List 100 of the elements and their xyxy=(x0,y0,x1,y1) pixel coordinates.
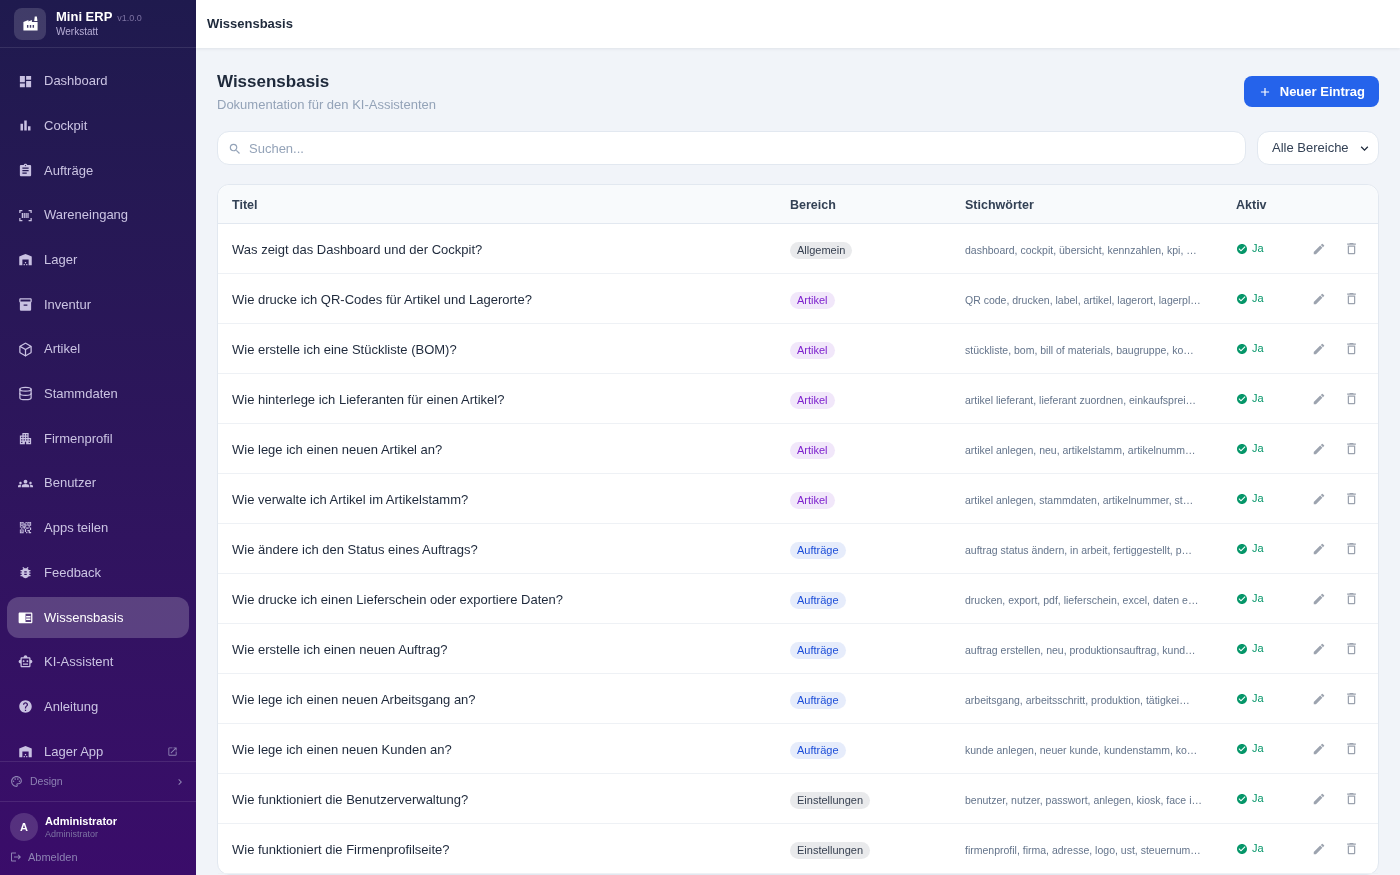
column-header: Titel xyxy=(232,198,258,212)
entry-title: Wie drucke ich einen Lieferschein oder exportiere Daten? xyxy=(232,591,563,607)
active-status: Ja xyxy=(1252,742,1264,755)
active-status: Ja xyxy=(1252,542,1264,555)
nav-item[interactable]: Stammdaten xyxy=(7,373,189,415)
nav-item[interactable]: Dashboard xyxy=(7,60,189,102)
bug-icon xyxy=(18,565,33,581)
nav-item[interactable]: Wissensbasis xyxy=(7,596,189,638)
clipboard-icon xyxy=(18,162,33,178)
pencil-icon xyxy=(1312,441,1326,456)
nav-item[interactable]: Inventur xyxy=(7,283,189,325)
active-status: Ja xyxy=(1252,642,1264,655)
user-role: Administrator xyxy=(45,828,99,840)
entry-title: Wie lege ich einen neuen Kunden an? xyxy=(232,741,452,757)
category-tag: Aufträge xyxy=(790,741,846,759)
palette-icon xyxy=(10,775,23,788)
active-status: Ja xyxy=(1252,392,1264,405)
search-field[interactable]: Suchen... xyxy=(217,131,1246,165)
pencil-icon xyxy=(1312,291,1326,306)
keywords-text: arbeitsgang, arbeitsschritt, produktion, tätigkei… xyxy=(965,693,1190,706)
app-version: v1.0.0 xyxy=(117,11,142,25)
category-tag: Artikel xyxy=(790,341,835,359)
search-icon xyxy=(228,142,242,156)
app-subtitle: Werkstatt xyxy=(56,25,100,39)
nav-item[interactable]: Wareneingang xyxy=(7,194,189,236)
nav-item[interactable]: Benutzer xyxy=(7,462,189,504)
active-status: Ja xyxy=(1252,692,1264,705)
category-tag: Artikel xyxy=(790,441,835,459)
app-name: Mini ERP xyxy=(56,8,113,24)
barcode-scanner-icon xyxy=(18,207,33,223)
nav-item[interactable]: Firmenprofil xyxy=(7,418,189,459)
keywords-text: auftrag status ändern, in arbeit, fertiggestellt, p… xyxy=(965,543,1193,556)
entry-title: Wie lege ich einen neuen Arbeitsgang an? xyxy=(232,691,476,707)
nav-item[interactable]: Artikel xyxy=(7,328,189,370)
pencil-icon xyxy=(1312,591,1326,606)
warehouse-icon xyxy=(18,252,33,268)
active-status: Ja xyxy=(1252,442,1264,455)
entry-title: Wie verwalte ich Artikel im Artikelstamm? xyxy=(232,491,469,507)
user-avatar: A xyxy=(10,813,38,841)
nav-item[interactable]: Anleitung xyxy=(7,686,189,728)
keywords-text: artikel anlegen, stammdaten, artikelnummer, st… xyxy=(965,493,1194,506)
keywords-text: kunde anlegen, neuer kunde, kundenstamm, ko… xyxy=(965,743,1198,756)
nav-item[interactable]: KI-Assistent xyxy=(7,641,189,683)
pencil-icon xyxy=(1312,691,1326,706)
new-entry-button[interactable]: Neuer Eintrag xyxy=(1243,76,1379,107)
active-status: Ja xyxy=(1252,842,1264,855)
pencil-icon xyxy=(1312,641,1326,656)
pencil-icon xyxy=(1312,391,1326,406)
cube-icon xyxy=(18,341,33,357)
design-menu-item[interactable]: Design xyxy=(10,773,186,790)
bar-chart-icon xyxy=(18,118,33,134)
entry-title: Wie erstelle ich eine Stückliste (BOM)? xyxy=(232,341,457,357)
active-status: Ja xyxy=(1252,792,1264,805)
entry-title: Wie funktioniert die Benutzerverwaltung? xyxy=(232,791,469,807)
archive-box-icon xyxy=(18,296,33,312)
category-tag: Aufträge xyxy=(790,641,846,659)
robot-icon xyxy=(18,654,33,670)
pencil-icon xyxy=(1312,241,1326,256)
entry-title: Wie funktioniert die Firmenprofilseite? xyxy=(232,841,450,857)
keywords-text: drucken, export, pdf, lieferschein, excel, daten e… xyxy=(965,593,1199,606)
top-bar-title: Wissensbasis xyxy=(207,15,293,34)
category-tag: Artikel xyxy=(790,391,835,409)
category-tag: Aufträge xyxy=(790,691,846,709)
active-status: Ja xyxy=(1252,242,1264,255)
factory-logo-icon xyxy=(14,7,46,40)
logout-icon xyxy=(10,851,22,864)
pencil-icon xyxy=(1312,841,1326,856)
pencil-icon xyxy=(1312,541,1326,556)
keywords-text: dashboard, cockpit, übersicht, kennzahlen, kpi, … xyxy=(965,243,1197,256)
nav-item[interactable]: Lager xyxy=(7,239,189,281)
column-header: Bereich xyxy=(790,198,836,212)
nav-item[interactable]: Cockpit xyxy=(7,105,189,147)
category-tag: Aufträge xyxy=(790,541,846,559)
entry-title: Wie ändere ich den Status eines Auftrags? xyxy=(232,541,478,557)
nav-item[interactable]: Lager App xyxy=(7,730,189,761)
area-filter-select[interactable]: Alle Bereiche xyxy=(1257,131,1379,165)
entry-title: Wie drucke ich QR-Codes für Artikel und Lagerorte? xyxy=(232,291,532,307)
category-tag: Aufträge xyxy=(790,591,846,609)
qr-code-icon xyxy=(18,520,33,536)
active-status: Ja xyxy=(1252,592,1264,605)
help-icon xyxy=(18,699,33,715)
active-status: Ja xyxy=(1252,292,1264,305)
category-tag: Artikel xyxy=(790,491,835,509)
entry-title: Wie erstelle ich einen neuen Auftrag? xyxy=(232,641,448,657)
entry-title: Was zeigt das Dashboard und der Cockpit? xyxy=(232,241,483,257)
category-tag: Einstellungen xyxy=(790,841,871,859)
warehouse-icon xyxy=(18,743,33,759)
active-status: Ja xyxy=(1252,342,1264,355)
page-title: Wissensbasis xyxy=(217,72,331,92)
category-tag: Allgemein xyxy=(790,241,853,259)
logout-button[interactable]: Abmelden xyxy=(10,849,186,866)
nav-item[interactable]: Aufträge xyxy=(7,149,189,191)
pencil-icon xyxy=(1312,791,1326,806)
nav-item[interactable]: Apps teilen xyxy=(7,507,189,549)
nav-item[interactable]: Feedback xyxy=(7,552,189,594)
pencil-icon xyxy=(1312,341,1326,356)
keywords-text: auftrag erstellen, neu, produktionsauftrag, kund… xyxy=(965,643,1196,656)
keywords-text: benutzer, nutzer, passwort, anlegen, kiosk, face i… xyxy=(965,793,1202,806)
keywords-text: firmenprofil, firma, adresse, logo, ust, steuernum… xyxy=(965,843,1201,856)
keywords-text: QR code, drucken, label, artikel, lagerort, lagerpl… xyxy=(965,293,1201,306)
